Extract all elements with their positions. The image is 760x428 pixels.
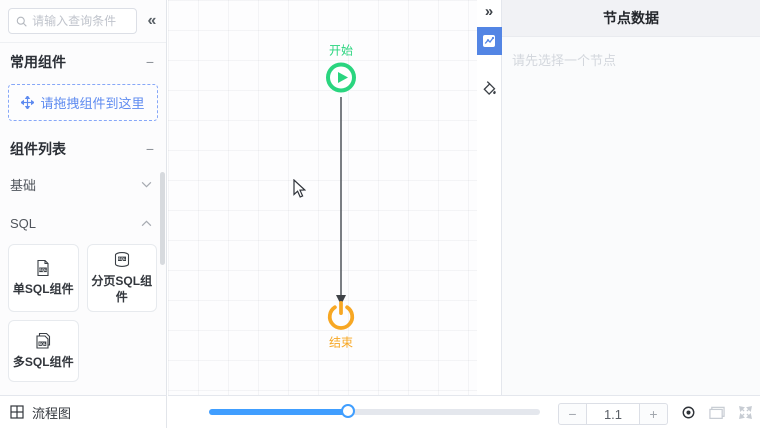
search-row: «: [0, 0, 166, 43]
node-data-panel-body: 请先选择一个节点: [502, 37, 760, 82]
search-input[interactable]: [32, 14, 129, 28]
group-basic-label: 基础: [10, 175, 36, 194]
sidebar-scrollbar-thumb[interactable]: [160, 172, 165, 265]
svg-text:SQL: SQL: [118, 257, 126, 261]
zoom-stepper: − 1.1 +: [558, 403, 668, 425]
flow-designer-app: « 常用组件 − 请拖拽组件到这里 组件列表 − 基础: [0, 0, 760, 428]
tab-flowchart[interactable]: 流程图: [32, 403, 71, 422]
chevron-down-icon: [141, 181, 152, 188]
node-data-panel-header: 节点数据: [502, 0, 760, 37]
end-node[interactable]: [326, 301, 356, 336]
component-dropzone[interactable]: 请拖拽组件到这里: [8, 84, 158, 121]
group-row-sql[interactable]: SQL: [0, 205, 166, 242]
canvas-footer: − 1.1 +: [168, 395, 760, 428]
mouse-cursor: [293, 179, 306, 198]
sidebar-collapse-button[interactable]: «: [141, 13, 163, 29]
flow-canvas[interactable]: 开始 结束: [168, 0, 477, 395]
canvas-footer-icons: [681, 405, 753, 420]
play-icon: [325, 62, 357, 94]
group-row-basic[interactable]: 基础: [0, 164, 166, 205]
common-components-header: 常用组件 −: [0, 43, 166, 77]
dropzone-label: 请拖拽组件到这里: [40, 93, 144, 112]
chevron-up-icon: [141, 220, 152, 227]
component-card-multi-sql[interactable]: SQL 多SQL组件: [8, 320, 79, 382]
zoom-in-button[interactable]: +: [639, 403, 668, 425]
minimap-icon: [709, 406, 725, 420]
format-paint-button[interactable]: [482, 81, 497, 101]
component-list-title: 组件列表: [10, 139, 66, 159]
sql-file-icon: SQL: [34, 259, 52, 277]
sql-stack-icon: SQL: [34, 332, 53, 350]
zoom-slider-handle[interactable]: [341, 404, 355, 418]
component-card-label: 多SQL组件: [13, 355, 74, 371]
minimap-button[interactable]: [709, 406, 725, 420]
power-icon: [326, 301, 356, 331]
group-sql-label: SQL: [10, 216, 36, 231]
collapse-common-icon[interactable]: −: [146, 54, 154, 70]
zoom-slider-fill: [209, 409, 348, 415]
zoom-slider[interactable]: [209, 409, 540, 415]
sql-page-icon: SQL: [112, 251, 132, 269]
component-card-paged-sql[interactable]: SQL 分页SQL组件: [87, 244, 158, 312]
node-data-tool-button[interactable]: [477, 27, 502, 55]
end-node-label: 结束: [329, 334, 353, 351]
move-icon: [21, 96, 34, 109]
component-sidebar: « 常用组件 − 请拖拽组件到这里 组件列表 − 基础: [0, 0, 167, 395]
inspector-toolbar: »: [477, 0, 502, 395]
paint-bucket-icon: [482, 81, 497, 96]
sidebar-footer: 流程图: [0, 395, 167, 428]
component-card-label: 分页SQL组件: [90, 274, 155, 305]
node-data-placeholder: 请先选择一个节点: [512, 53, 616, 68]
common-components-title: 常用组件: [10, 52, 66, 72]
expand-arrows-icon: [738, 405, 753, 420]
svg-text:SQL: SQL: [40, 268, 48, 272]
node-data-icon: [482, 34, 496, 48]
component-card-label: 单SQL组件: [13, 282, 74, 298]
zoom-value: 1.1: [587, 403, 639, 425]
node-data-panel: 节点数据 请先选择一个节点: [502, 0, 760, 395]
fullscreen-button[interactable]: [738, 405, 753, 420]
sql-components-grid: SQL 单SQL组件 SQL 分页SQL组件 SQL: [0, 242, 166, 392]
collapse-list-icon[interactable]: −: [146, 141, 154, 157]
zoom-out-button[interactable]: −: [558, 403, 587, 425]
node-data-title: 节点数据: [603, 8, 659, 28]
flowchart-tab-icon: [10, 405, 24, 419]
start-node-label: 开始: [329, 42, 353, 59]
svg-text:SQL: SQL: [38, 342, 46, 346]
search-input-wrap: [8, 8, 137, 34]
locate-center-button[interactable]: [681, 405, 696, 420]
component-card-single-sql[interactable]: SQL 单SQL组件: [8, 244, 79, 312]
edge-start-to-end[interactable]: [168, 0, 477, 395]
search-icon: [16, 15, 27, 28]
component-list-header: 组件列表 −: [0, 130, 166, 164]
target-icon: [681, 405, 696, 420]
panel-collapse-button[interactable]: »: [485, 3, 493, 21]
start-node[interactable]: [325, 62, 357, 99]
